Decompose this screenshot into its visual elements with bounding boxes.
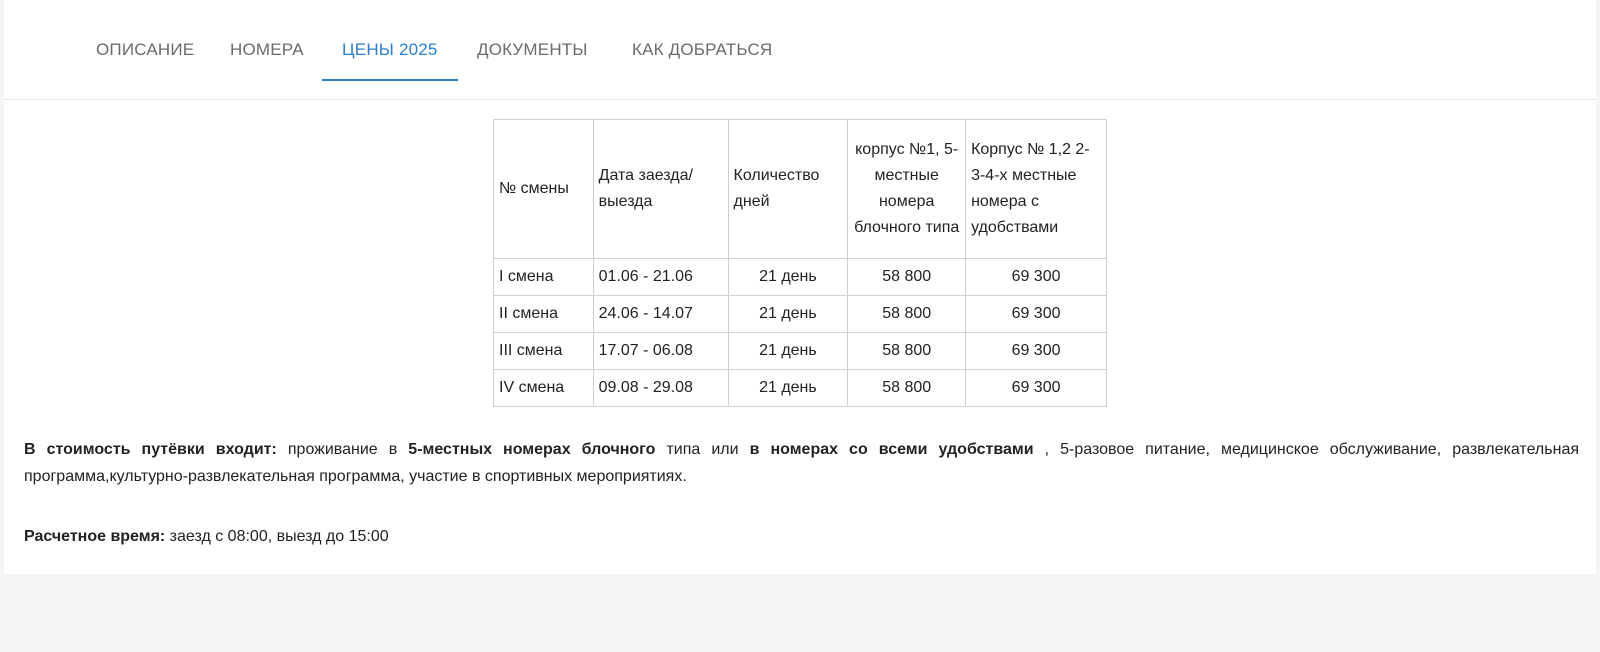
cell-price-amenities: 69 300 bbox=[965, 258, 1107, 296]
cell-days: 21 день bbox=[727, 295, 849, 333]
info-text-part: типа или bbox=[655, 441, 750, 458]
checkin-time-label: Расчетное время: bbox=[24, 528, 166, 545]
cell-shift: I смена bbox=[493, 258, 594, 296]
cell-dates: 24.06 - 14.07 bbox=[592, 295, 729, 333]
header-shift-number: № смены bbox=[493, 119, 594, 259]
header-building-1-2-rooms-with-amenities: Корпус № 1,2 2-3-4-х местные номера с уд… bbox=[965, 119, 1107, 259]
table-row: IV смена 09.08 - 29.08 21 день 58 800 69… bbox=[493, 369, 1107, 407]
cell-days: 21 день bbox=[727, 369, 849, 407]
tab-bar: ОПИСАНИЕ НОМЕРА ЦЕНЫ 2025 ДОКУМЕНТЫ КАК … bbox=[4, 0, 1596, 100]
header-days: Количество дней bbox=[727, 119, 849, 259]
cell-dates: 09.08 - 29.08 bbox=[592, 369, 729, 407]
table-row: III смена 17.07 - 06.08 21 день 58 800 6… bbox=[493, 332, 1107, 370]
table-row: II смена 24.06 - 14.07 21 день 58 800 69… bbox=[493, 295, 1107, 333]
cell-shift: III смена bbox=[493, 332, 594, 370]
cell-shift: II смена bbox=[493, 295, 594, 333]
cell-price-block: 58 800 bbox=[847, 295, 967, 333]
cell-shift: IV смена bbox=[493, 369, 594, 407]
info-text-part: проживание в bbox=[276, 441, 409, 458]
table-header-row: № смены Дата заезда/ выезда Количество д… bbox=[493, 119, 1107, 259]
cell-price-amenities: 69 300 bbox=[965, 369, 1107, 407]
info-bold-part: в номерах со всеми удобствами bbox=[749, 441, 1034, 458]
cell-price-amenities: 69 300 bbox=[965, 332, 1107, 370]
cell-price-block: 58 800 bbox=[847, 369, 967, 407]
info-bold-part: 5-местных номерах блочного bbox=[408, 441, 656, 458]
cell-days: 21 день bbox=[727, 332, 849, 370]
cell-price-amenities: 69 300 bbox=[965, 295, 1107, 333]
content-card: ОПИСАНИЕ НОМЕРА ЦЕНЫ 2025 ДОКУМЕНТЫ КАК … bbox=[4, 0, 1596, 574]
cell-days: 21 день bbox=[727, 258, 849, 296]
table-row: I смена 01.06 - 21.06 21 день 58 800 69 … bbox=[493, 258, 1107, 296]
price-table: № смены Дата заезда/ выезда Количество д… bbox=[493, 119, 1107, 407]
cell-dates: 01.06 - 21.06 bbox=[592, 258, 729, 296]
tab-rooms[interactable]: НОМЕРА bbox=[210, 0, 324, 79]
tab-description[interactable]: ОПИСАНИЕ bbox=[76, 0, 214, 79]
cell-price-block: 58 800 bbox=[847, 258, 967, 296]
checkin-time-text: Расчетное время: заезд с 08:00, выезд до… bbox=[24, 523, 389, 550]
cell-dates: 17.07 - 06.08 bbox=[592, 332, 729, 370]
cell-price-block: 58 800 bbox=[847, 332, 967, 370]
checkin-time-value: заезд с 08:00, выезд до 15:00 bbox=[165, 528, 389, 545]
price-includes-label: В стоимость путёвки входит: bbox=[24, 441, 277, 458]
price-includes-text: В стоимость путёвки входит: проживание в… bbox=[24, 436, 1579, 490]
tab-how-to-get[interactable]: КАК ДОБРАТЬСЯ bbox=[612, 0, 792, 79]
tab-documents[interactable]: ДОКУМЕНТЫ bbox=[457, 0, 608, 79]
header-building-1-block-rooms: корпус №1, 5-местные номера блочного тип… bbox=[847, 119, 967, 259]
header-dates: Дата заезда/ выезда bbox=[592, 119, 729, 259]
tab-prices-2025[interactable]: ЦЕНЫ 2025 bbox=[322, 0, 458, 81]
